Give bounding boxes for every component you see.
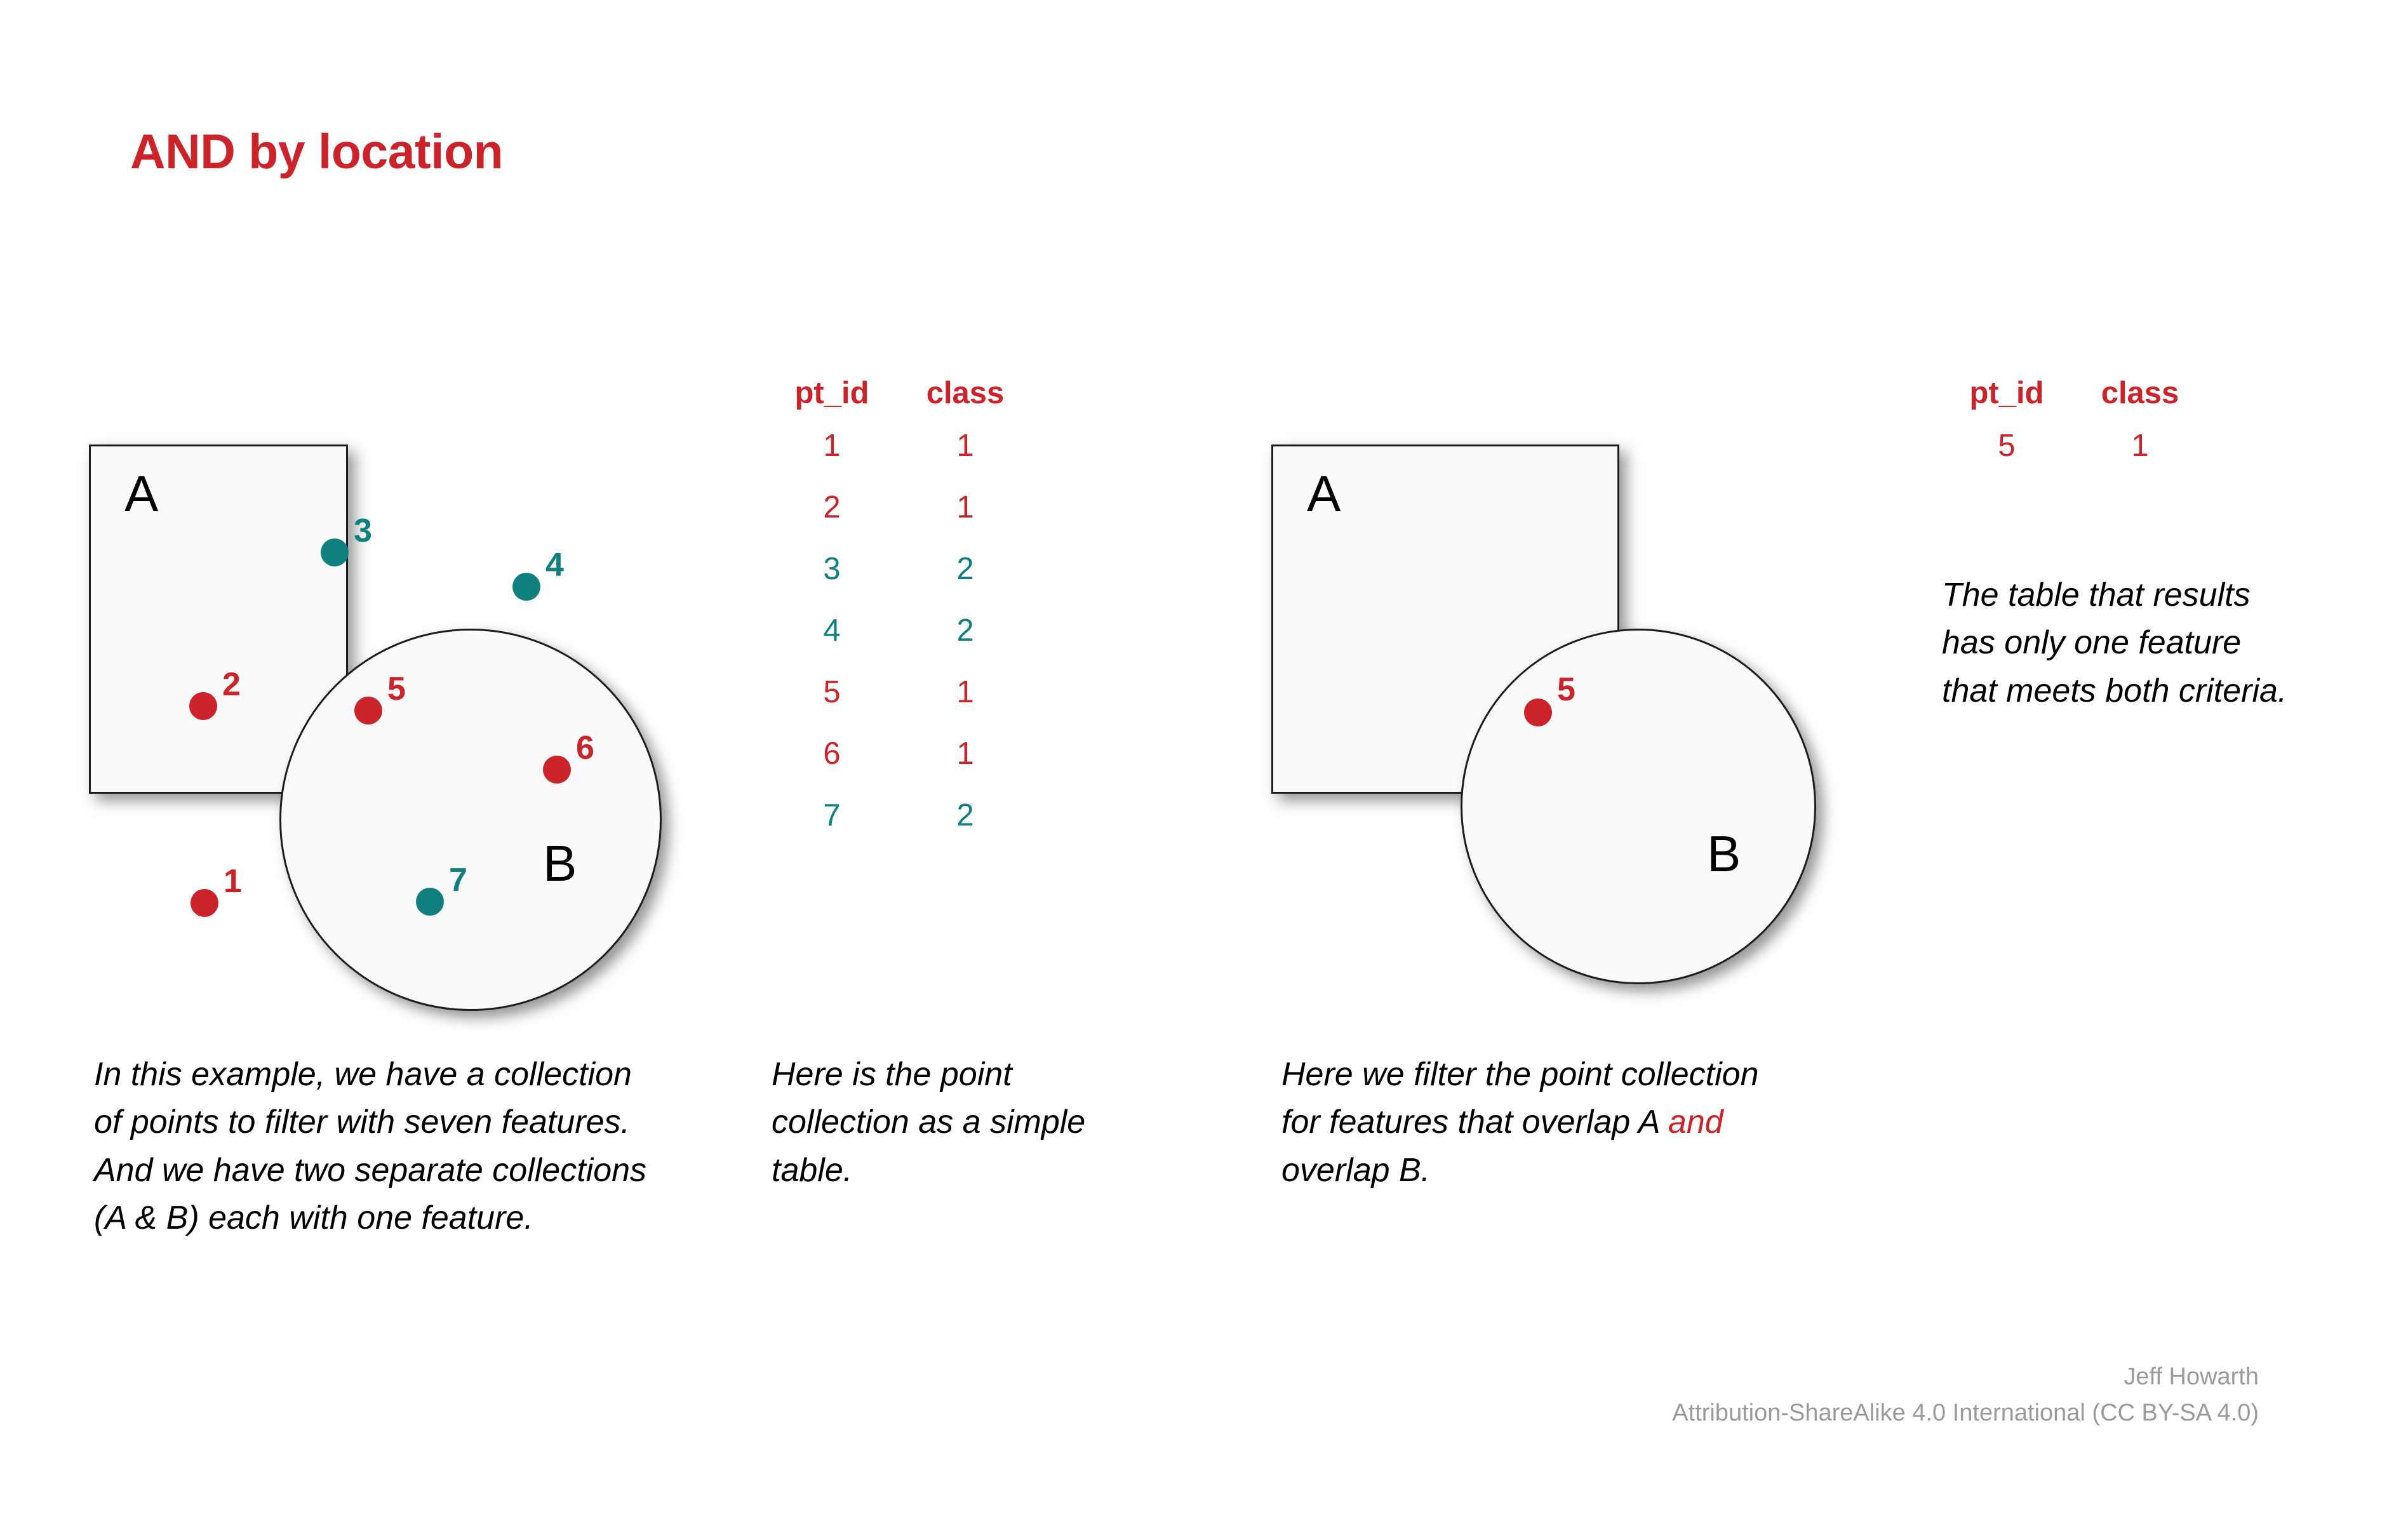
cell-class: 2 <box>956 613 974 648</box>
cell-pt-id: 6 <box>823 737 841 771</box>
point-label-2: 2 <box>222 666 241 703</box>
cell-class: 1 <box>956 737 974 771</box>
cell-pt-id: 5 <box>1998 429 2016 463</box>
column-header-class: class <box>2101 376 2179 410</box>
table-row: 5 1 <box>1940 431 2207 492</box>
point-collection-table: pt_id class 1 1 2 1 3 2 4 2 5 1 6 1 7 2 <box>765 378 1032 862</box>
page-title: AND by location <box>130 124 504 179</box>
table-header-row: pt_id class <box>765 378 1032 431</box>
point-label-3: 3 <box>354 512 372 549</box>
point-marker-7 <box>416 888 444 916</box>
cell-pt-id: 7 <box>823 798 841 832</box>
footer-attribution: Jeff Howarth Attribution-ShareAlike 4.0 … <box>1672 1359 2259 1431</box>
point-label-7: 7 <box>449 862 467 899</box>
caption-and-keyword: and <box>1668 1104 1723 1141</box>
point-label-4: 4 <box>545 547 564 584</box>
caption-panel-two: Here we filter the point collection for … <box>1281 1051 1789 1194</box>
cell-class: 1 <box>956 429 974 463</box>
table-row: 6 1 <box>765 739 1032 800</box>
cell-pt-id: 5 <box>823 675 841 709</box>
point-marker-1 <box>191 889 218 917</box>
footer-author: Jeff Howarth <box>2124 1363 2259 1390</box>
point-marker-6 <box>543 756 571 784</box>
table-row: 3 2 <box>765 554 1032 615</box>
region-b-label-panel1: B <box>543 835 577 892</box>
region-b-circle-panel2 <box>1461 629 1816 984</box>
point-marker-3 <box>321 538 349 566</box>
cell-pt-id: 2 <box>823 490 841 525</box>
cell-pt-id: 1 <box>823 429 841 463</box>
table-row: 1 1 <box>765 431 1032 492</box>
cell-pt-id: 3 <box>823 552 841 586</box>
point-marker-2 <box>189 692 217 720</box>
table-row: 2 1 <box>765 492 1032 554</box>
column-header-pt-id: pt_id <box>794 376 869 410</box>
cell-class: 2 <box>956 552 974 586</box>
point-label-5: 5 <box>387 671 406 707</box>
table-row: 7 2 <box>765 800 1032 862</box>
column-header-pt-id: pt_id <box>1969 376 2044 410</box>
cell-class: 1 <box>956 675 974 709</box>
table-row: 5 1 <box>765 677 1032 739</box>
caption-point-collection-table: Here is the point collection as a simple… <box>772 1056 1086 1189</box>
table-row: 4 2 <box>765 615 1032 677</box>
caption-panel-two-part2: overlap B. <box>1281 1151 1431 1189</box>
caption-result-table: The table that results has only one feat… <box>1942 577 2287 709</box>
point-marker-5-filtered <box>1524 698 1552 726</box>
point-label-5-filtered: 5 <box>1557 671 1575 708</box>
region-b-label-panel2: B <box>1707 826 1741 882</box>
point-label-6: 6 <box>576 730 594 766</box>
cell-class: 1 <box>956 490 974 525</box>
point-label-1: 1 <box>224 863 242 900</box>
caption-panel-one: In this example, we have a collection of… <box>94 1056 647 1237</box>
cell-class: 2 <box>956 798 974 832</box>
region-a-label-panel1: A <box>124 465 159 522</box>
column-header-class: class <box>926 376 1005 410</box>
point-marker-4 <box>512 573 540 601</box>
region-a-label-panel2: A <box>1307 465 1341 522</box>
cell-pt-id: 4 <box>823 613 841 648</box>
footer-license: Attribution-ShareAlike 4.0 International… <box>1672 1400 2259 1426</box>
result-table: pt_id class 5 1 <box>1940 378 2207 492</box>
region-b-circle-panel1 <box>279 629 662 1011</box>
cell-class: 1 <box>2131 429 2149 463</box>
point-marker-5 <box>354 697 382 725</box>
result-table-header-row: pt_id class <box>1940 378 2207 431</box>
